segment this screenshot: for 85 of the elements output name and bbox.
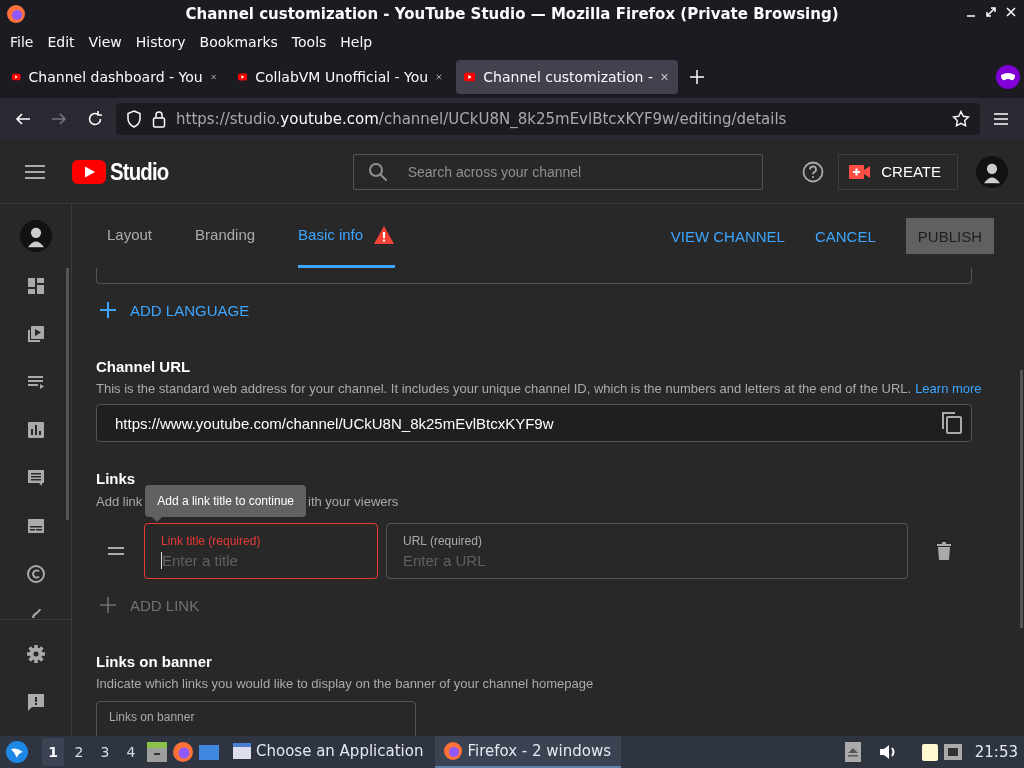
firefox-icon — [443, 741, 464, 761]
action-button[interactable]: VIEW CHANNEL — [658, 218, 797, 254]
logo-text: Studio — [110, 157, 169, 186]
menu-item[interactable]: Tools — [285, 32, 333, 52]
section-description: Indicate which links you would like to display on the banner of your channel homepage — [96, 676, 595, 691]
new-tab-icon[interactable] — [689, 69, 705, 85]
play-icon — [238, 71, 248, 83]
menu-item[interactable]: Edit — [41, 32, 81, 52]
avatar-icon — [19, 220, 52, 252]
browser-tab[interactable]: Channel dashboard - You — [4, 60, 226, 94]
channel-url-field: https://www.youtube.com/channel/UCkU8N_8k25mEvlBtcxKYF9w — [96, 404, 972, 442]
language-field[interactable] — [96, 268, 972, 284]
camera-icon — [849, 163, 872, 180]
analytics-icon[interactable] — [25, 420, 46, 440]
clipboard-icon[interactable] — [920, 742, 939, 762]
close-icon[interactable] — [436, 72, 442, 82]
settings-icon[interactable] — [25, 644, 46, 664]
clock: 21:53 — [974, 743, 1018, 761]
help-icon[interactable] — [802, 160, 825, 183]
firefox-icon — [6, 4, 26, 24]
search-icon — [367, 161, 388, 182]
create-button[interactable]: CREATE — [838, 153, 958, 190]
browser-tab[interactable]: Channel customization - — [456, 60, 678, 94]
plus-icon — [100, 302, 116, 318]
workspace-button[interactable]: 4 — [120, 738, 142, 766]
add-language-button[interactable]: ADD LANGUAGE — [96, 294, 254, 326]
feedback-icon[interactable] — [25, 692, 46, 712]
section-description: Add link — [96, 493, 143, 509]
section-heading: Links on banner — [96, 653, 213, 670]
section-heading: Channel URL — [96, 358, 192, 375]
plus-icon — [100, 597, 116, 613]
star-icon[interactable] — [952, 110, 970, 128]
reload-icon[interactable] — [86, 110, 104, 128]
start-menu-icon[interactable] — [6, 741, 28, 763]
dashboard-icon[interactable] — [25, 276, 46, 296]
trash-icon[interactable] — [937, 542, 951, 560]
section-heading: Links — [96, 470, 137, 487]
search-input[interactable]: Search across your channel — [405, 162, 748, 181]
menu-item[interactable]: File — [4, 32, 40, 52]
text-input[interactable]: Enter a title — [161, 551, 361, 569]
field-label: URL (required) — [403, 533, 483, 548]
section-description: ith your viewers — [308, 493, 399, 509]
private-mask-icon — [996, 65, 1020, 89]
workspace-button[interactable]: 2 — [68, 738, 90, 766]
page-tab[interactable]: Basic info — [298, 204, 396, 268]
copy-icon[interactable] — [941, 411, 963, 435]
page-tab[interactable]: Branding — [195, 204, 256, 268]
menu-item[interactable]: Help — [334, 32, 379, 52]
menu-item[interactable]: History — [129, 32, 192, 52]
menu-icon[interactable] — [24, 163, 46, 180]
network-icon[interactable] — [942, 743, 963, 761]
avatar-icon — [976, 155, 1008, 188]
subtitles-icon[interactable] — [25, 516, 46, 536]
copyright-icon[interactable] — [25, 564, 46, 584]
file-cabinet-icon[interactable] — [146, 741, 168, 763]
eject-icon[interactable] — [844, 742, 861, 762]
tooltip-pointer-icon — [151, 516, 164, 522]
drag-handle-icon[interactable] — [108, 547, 124, 555]
play-icon — [12, 71, 21, 83]
window-icon — [232, 741, 252, 761]
maximize-icon[interactable] — [986, 7, 996, 17]
search-bar[interactable]: Search across your channel — [352, 153, 763, 190]
window-title: Channel customization - YouTube Studio — Mozilla Firefox (Private Browsing) — [185, 5, 839, 23]
page-tab[interactable]: Layout — [107, 204, 153, 268]
logo-icon — [72, 159, 106, 184]
shield-icon — [126, 110, 142, 128]
play-icon — [464, 71, 476, 83]
workspace-button[interactable]: 3 — [94, 738, 116, 766]
text-input[interactable]: Enter a URL — [403, 551, 891, 569]
firefox-icon[interactable] — [172, 741, 194, 763]
field-label: Link title (required) — [161, 533, 262, 548]
taskbar-window[interactable]: Choose an Application — [224, 736, 432, 768]
learn-more-link[interactable]: Learn more — [915, 381, 982, 396]
comments-icon[interactable] — [25, 468, 46, 488]
text-field[interactable]: Link title (required) Enter a title — [144, 523, 378, 579]
text-field[interactable]: URL (required) Enter a URL — [386, 523, 908, 579]
menu-item[interactable]: Bookmarks — [193, 32, 284, 52]
lock-icon — [152, 110, 166, 128]
video-icon[interactable] — [25, 324, 46, 344]
taskbar-window[interactable]: Firefox - 2 windows — [435, 736, 622, 768]
browser-tab[interactable]: CollabVM Unofficial - You — [230, 60, 452, 94]
workspace-button[interactable]: 1 — [42, 738, 64, 766]
address-field[interactable]: https://studio.youtube.com/channel/UCkU8N_8k25mEvlBtcxKYF9w/editing/details — [116, 103, 980, 135]
action-button[interactable]: CANCEL — [802, 218, 888, 254]
menu-item[interactable]: View — [82, 32, 128, 52]
